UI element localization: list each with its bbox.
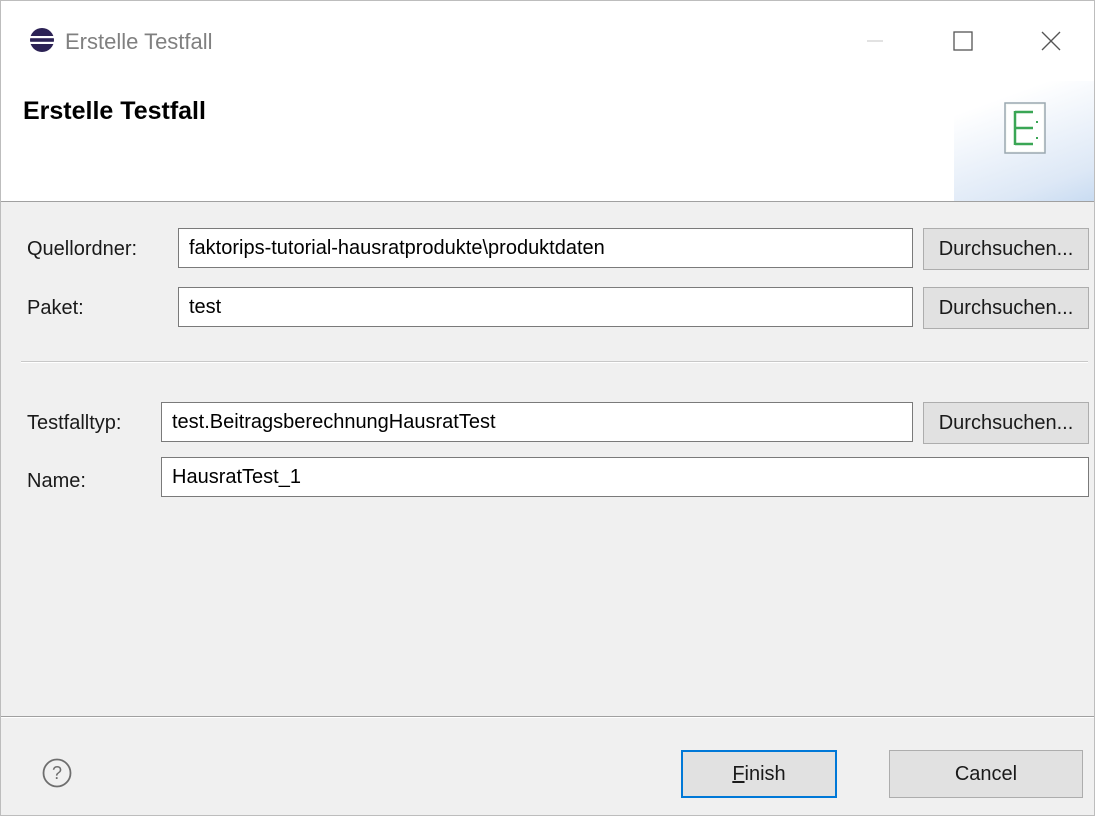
eclipse-app-icon (30, 28, 54, 52)
close-button[interactable] (1027, 21, 1075, 61)
testcase-type-label: Testfalltyp: (27, 412, 122, 434)
finish-label: inish (744, 762, 786, 785)
name-label: Name: (27, 470, 86, 492)
package-input[interactable]: test (178, 287, 913, 327)
testcase-type-input[interactable]: test.BeitragsberechnungHausratTest (161, 402, 913, 442)
finish-button[interactable]: Finish (681, 750, 837, 798)
minimize-button[interactable] (851, 21, 899, 61)
wizard-header: Erstelle Testfall (1, 81, 1094, 202)
finish-mnemonic: F (732, 762, 745, 785)
minimize-icon (867, 40, 883, 42)
package-label: Paket: (27, 297, 84, 319)
maximize-icon (953, 31, 973, 51)
maximize-button[interactable] (939, 21, 987, 61)
testcase-type-browse-button[interactable]: Durchsuchen... (923, 402, 1089, 444)
title-bar: Erstelle Testfall (1, 1, 1094, 81)
footer-separator (1, 716, 1094, 718)
form-separator (21, 361, 1088, 363)
svg-text:?: ? (52, 763, 62, 783)
source-folder-input[interactable]: faktorips-tutorial-hausratprodukte\produ… (178, 228, 913, 268)
wizard-testcase-icon (1004, 102, 1046, 154)
source-folder-label: Quellordner: (27, 238, 138, 260)
cancel-button[interactable]: Cancel (889, 750, 1083, 798)
wizard-title: Erstelle Testfall (23, 97, 206, 125)
close-icon (1041, 31, 1061, 51)
name-input[interactable]: HausratTest_1 (161, 457, 1089, 497)
package-browse-button[interactable]: Durchsuchen... (923, 287, 1089, 329)
window-title: Erstelle Testfall (65, 29, 213, 54)
help-icon[interactable]: ? (41, 757, 73, 789)
dialog-window: Erstelle Testfall Erstelle Testfall Quel… (0, 0, 1095, 816)
source-folder-browse-button[interactable]: Durchsuchen... (923, 228, 1089, 270)
